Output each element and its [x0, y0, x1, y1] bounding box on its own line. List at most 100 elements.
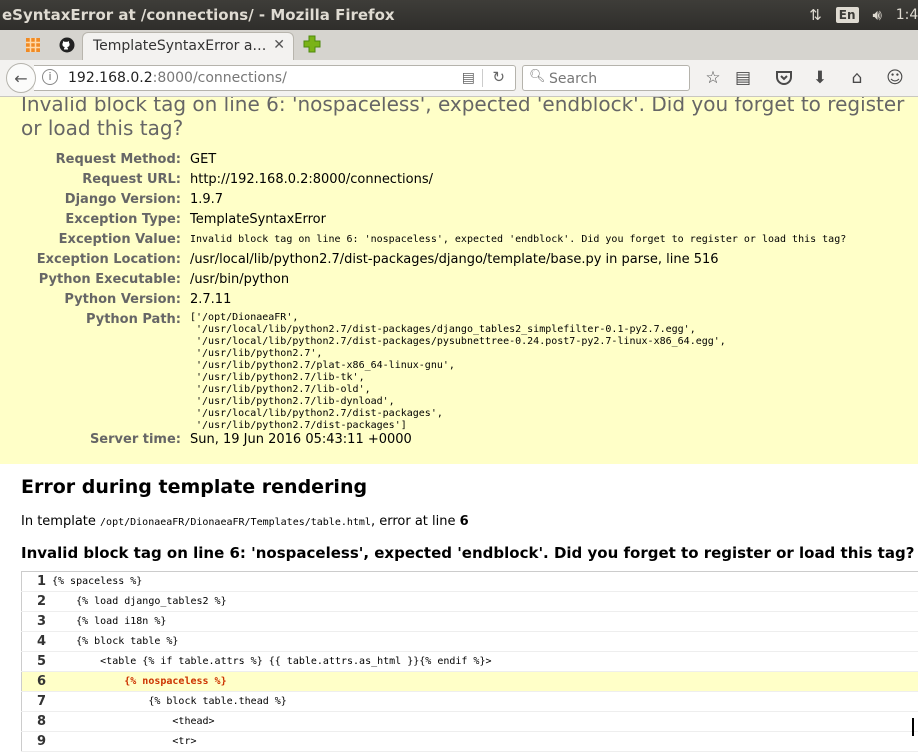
source-line-number: 3: [21, 611, 52, 632]
template-source-table: 1 {% spaceless %} 2 {% load django_tables2…: [21, 571, 918, 752]
volume-icon[interactable]: 🔊︎: [873, 6, 882, 24]
new-tab-button[interactable]: [302, 34, 322, 54]
meta-value: GET: [190, 152, 217, 167]
source-line-code: <tr>: [52, 731, 918, 752]
source-line-code: {% spaceless %}: [52, 571, 918, 592]
error-line-number: 6: [459, 514, 469, 529]
source-line-number: 4: [21, 631, 52, 652]
pinned-tab[interactable]: [20, 34, 46, 56]
meta-row: Exception Type: TemplateSyntaxError: [0, 212, 846, 232]
source-line: 7 {% block table.thead %}: [21, 691, 918, 712]
meta-row: Request Method: GET: [0, 152, 846, 172]
source-line-code: <thead>: [52, 711, 918, 732]
template-error-message: Invalid block tag on line 6: 'nospaceles…: [21, 544, 915, 562]
request-meta-table: Request Method: GET Request URL: http://192…: [0, 152, 846, 452]
source-line-number: 7: [21, 691, 52, 712]
system-tray: ⇅ En 🔊︎ 1:4: [809, 0, 918, 30]
source-line-number: 1: [21, 571, 52, 592]
meta-value: /usr/bin/python: [190, 272, 290, 287]
source-line-code: {% block table.thead %}: [52, 691, 918, 712]
reload-icon[interactable]: ↻: [492, 68, 505, 86]
meta-label: Exception Location:: [36, 252, 181, 267]
source-line: 3 {% load i18n %}: [21, 611, 918, 632]
meta-value: Sun, 19 Jun 2016 05:43:11 +0000: [190, 432, 412, 447]
hello-chat-icon[interactable]: ☺: [884, 67, 906, 89]
source-line: 1 {% spaceless %}: [21, 571, 918, 592]
source-line-number: 2: [21, 591, 52, 612]
url-separator: [482, 69, 483, 87]
close-tab-icon[interactable]: ✕: [273, 37, 285, 53]
meta-value: ['/opt/DionaeaFR', '/usr/local/lib/pytho…: [190, 312, 846, 432]
template-path: /opt/DionaeaFR/DionaeaFR/Templates/table…: [100, 517, 371, 528]
download-icon[interactable]: ⬇: [809, 67, 831, 89]
meta-label: Django Version:: [64, 192, 181, 207]
source-line-number: 6: [21, 671, 52, 692]
source-line: 9 <tr>: [21, 731, 918, 752]
source-line: 2 {% load django_tables2 %}: [21, 591, 918, 612]
search-icon: 🔍︎: [529, 69, 546, 84]
tab-active[interactable]: TemplateSyntaxError a… ✕: [82, 32, 294, 60]
page-content: Invalid block tag on line 6: 'nospaceles…: [0, 97, 918, 755]
meta-value: 2.7.11: [190, 292, 232, 307]
source-line: 6 {% nospaceless %}: [21, 671, 918, 692]
bookmark-star-icon[interactable]: ☆: [702, 67, 724, 89]
pocket-icon[interactable]: [773, 67, 795, 89]
source-line: 5 <table {% if table.attrs %} {{ table.a…: [21, 651, 918, 672]
template-location: In template /opt/DionaeaFR/DionaeaFR/Tem…: [21, 514, 469, 529]
source-line-code: {% load django_tables2 %}: [52, 591, 918, 612]
meta-value: /usr/local/lib/python2.7/dist-packages/d…: [190, 252, 719, 267]
error-summary: Invalid block tag on line 6: 'nospaceles…: [0, 97, 918, 465]
meta-row: Exception Value: Invalid block tag on lin…: [0, 232, 847, 252]
meta-value: http://192.168.0.2:8000/connections/: [190, 172, 434, 187]
meta-label: Request URL:: [82, 172, 181, 187]
reader-view-icon[interactable]: ▤: [462, 70, 475, 86]
source-line: 4 {% block table %}: [21, 631, 918, 652]
meta-row: Django Version: 1.9.7: [0, 192, 846, 212]
meta-label: Python Executable:: [38, 272, 181, 287]
tab-strip: TemplateSyntaxError a… ✕: [0, 30, 918, 61]
meta-value: Invalid block tag on line 6: 'nospaceles…: [190, 234, 847, 245]
meta-label: Python Path:: [85, 312, 181, 327]
error-heading: Invalid block tag on line 6: 'nospaceles…: [21, 97, 905, 140]
clock[interactable]: 1:4: [896, 7, 918, 23]
github-icon: [59, 37, 75, 53]
plus-icon: [303, 35, 321, 53]
site-info-icon[interactable]: i: [42, 69, 58, 85]
source-line-number: 9: [21, 731, 52, 752]
home-icon[interactable]: ⌂: [846, 67, 868, 89]
meta-row: Exception Location: /usr/local/lib/python…: [0, 252, 846, 272]
source-line-code: <table {% if table.attrs %} {{ table.att…: [52, 651, 918, 672]
meta-label: Request Method:: [55, 152, 181, 167]
meta-value: 1.9.7: [190, 192, 224, 207]
meta-row: Request URL: http://192.168.0.2:8000/conn…: [0, 172, 846, 192]
search-bar[interactable]: 🔍︎: [522, 65, 690, 91]
meta-row: Python Path: ['/opt/DionaeaFR', '/usr/loc…: [0, 312, 846, 432]
pinned-tab[interactable]: [54, 34, 80, 56]
source-line: 8 <thead>: [21, 711, 918, 732]
meta-row: Python Version: 2.7.11: [0, 292, 846, 312]
waffle-favicon-icon: [26, 38, 40, 52]
window-titlebar: eSyntaxError at /connections/ - Mozilla …: [0, 0, 918, 30]
window-title: eSyntaxError at /connections/ - Mozilla …: [2, 6, 395, 24]
text-cursor: [912, 718, 914, 736]
source-line-number: 5: [21, 651, 52, 672]
keyboard-layout-indicator[interactable]: En: [835, 7, 859, 23]
meta-row: Server time: Sun, 19 Jun 2016 05:43:11 +0…: [0, 432, 846, 452]
source-line-code: {% load i18n %}: [52, 611, 918, 632]
meta-label: Python Version:: [64, 292, 181, 307]
template-error-heading: Error during template rendering: [21, 476, 368, 498]
source-line-code: {% block table %}: [52, 631, 918, 652]
meta-label: Server time:: [89, 432, 181, 447]
back-arrow-icon: ←: [14, 68, 28, 88]
source-line-number: 8: [21, 711, 52, 732]
meta-row: Python Executable: /usr/bin/python: [0, 272, 846, 292]
network-icon[interactable]: ⇅: [809, 6, 822, 24]
template-section: Error during template rendering In templ…: [0, 464, 918, 755]
tab-title: TemplateSyntaxError a…: [93, 38, 267, 54]
search-input[interactable]: [547, 68, 687, 90]
bookmarks-menu-icon[interactable]: ▤: [732, 67, 754, 89]
navigation-toolbar: i 192.168.0.2:8000/connections/ ▤ ↻ ← 🔍︎…: [0, 60, 918, 97]
url-text[interactable]: 192.168.0.2:8000/connections/: [68, 70, 287, 86]
back-button[interactable]: ←: [6, 63, 36, 93]
url-bar[interactable]: i 192.168.0.2:8000/connections/ ▤ ↻: [34, 65, 516, 91]
